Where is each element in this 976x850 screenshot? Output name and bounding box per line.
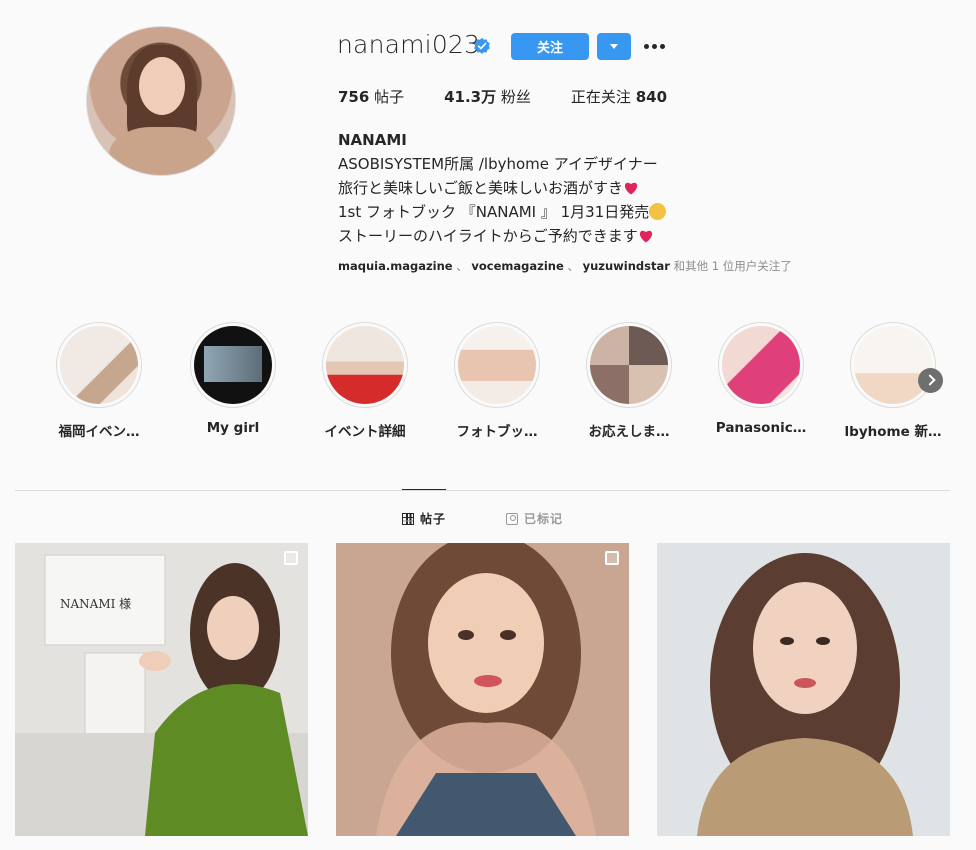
- chevron-down-icon: [610, 44, 618, 49]
- followed-by-user[interactable]: yuzuwindstar: [583, 259, 670, 273]
- highlight-ring: [56, 322, 142, 408]
- bio-line-text: 旅行と美味しいご飯と美味しいお酒がすき: [338, 179, 624, 197]
- highlight-cover: [458, 326, 536, 404]
- story-highlights: 福岡イベン… My girl イベント詳細 フォトブッ… お応えしま… Pana…: [56, 322, 948, 442]
- highlight-item[interactable]: イベント詳細: [310, 322, 420, 440]
- tab-posts[interactable]: 帖子: [402, 510, 446, 527]
- avatar-face: [139, 57, 185, 115]
- highlight-label: フォトブッ…: [456, 424, 538, 440]
- bio-line-text: ASOBISYSTEM所属 /lbyhome アイデザイナー: [338, 155, 658, 173]
- avatar-body: [109, 127, 215, 175]
- highlight-label: 福岡イベン…: [58, 424, 140, 440]
- highlight-label: Panasonic…: [715, 420, 807, 436]
- verified-badge-icon: [474, 37, 490, 54]
- smiley-emoji-icon: [649, 203, 667, 220]
- followers-count-label: 粉丝: [500, 88, 531, 106]
- highlight-ring: [718, 322, 804, 408]
- following-count-label: 正在关注: [570, 88, 631, 106]
- active-tab-indicator: [402, 489, 446, 490]
- post-image: NANAMI 様: [15, 543, 308, 836]
- highlight-ring: [850, 322, 936, 408]
- highlight-cover: [854, 326, 932, 404]
- heart-emoji-icon: [639, 230, 652, 243]
- highlight-item[interactable]: My girl: [178, 322, 288, 436]
- tab-posts-label: 帖子: [420, 512, 447, 526]
- highlights-next-button[interactable]: [918, 368, 943, 393]
- bio-line-text: ストーリーのハイライトからご予約できます: [338, 227, 638, 245]
- heart-emoji-icon: [624, 182, 638, 195]
- separator: 、: [456, 259, 468, 273]
- followed-by-suffix: 和其他 1 位用户关注了: [673, 259, 792, 273]
- tab-tagged[interactable]: 已标记: [506, 510, 563, 527]
- suggested-accounts-dropdown-button[interactable]: [597, 33, 631, 60]
- highlight-cover: [326, 326, 404, 404]
- grid-icon: [402, 512, 414, 525]
- post-image: [336, 543, 629, 836]
- chevron-right-icon: [924, 374, 936, 386]
- tag-icon: [506, 512, 518, 525]
- highlight-cover: [60, 326, 138, 404]
- bio-line: ストーリーのハイライトからご予約できます: [338, 224, 666, 248]
- separator: 、: [567, 259, 579, 273]
- highlight-ring: [586, 322, 672, 408]
- followed-by[interactable]: maquia.magazine 、 vocemagazine 、 yuzuwin…: [338, 258, 792, 274]
- highlight-item[interactable]: Panasonic…: [706, 322, 816, 436]
- bio-line-text: 1st フォトブック 『NANAMI 』 1月31日発売: [338, 203, 650, 221]
- multiple-photos-icon: [284, 551, 298, 565]
- highlight-ring: [322, 322, 408, 408]
- highlight-label: イベント詳細: [324, 424, 406, 440]
- tab-tagged-label: 已标记: [524, 512, 564, 526]
- bio-line: 1st フォトブック 『NANAMI 』 1月31日発売: [338, 200, 667, 224]
- profile-bio: NANAMI ASOBISYSTEM所属 /lbyhome アイデザイナー 旅行…: [338, 128, 667, 248]
- posts-count: 756 帖子: [338, 86, 404, 107]
- highlight-item[interactable]: 福岡イベン…: [44, 322, 154, 440]
- bio-line: ASOBISYSTEM所属 /lbyhome アイデザイナー: [338, 152, 666, 176]
- following-count[interactable]: 正在关注 840: [571, 86, 667, 107]
- highlight-item[interactable]: フォトブッ…: [442, 322, 552, 440]
- posts-count-label: 帖子: [374, 88, 405, 106]
- follow-button[interactable]: 关注: [511, 33, 589, 60]
- highlight-label: lbyhome 新…: [844, 424, 942, 440]
- highlight-label: My girl: [206, 420, 260, 436]
- highlight-cover: [590, 326, 668, 404]
- profile-avatar[interactable]: [86, 26, 236, 176]
- posts-count-value: 756: [338, 88, 370, 106]
- highlight-item[interactable]: お応えしま…: [574, 322, 684, 440]
- more-options-icon[interactable]: [644, 36, 668, 56]
- profile-stats: 756 帖子 41.3万 粉丝 正在关注 840: [338, 86, 707, 107]
- post-thumbnail[interactable]: [657, 543, 950, 836]
- followers-count-value: 41.3万: [444, 88, 497, 106]
- highlight-cover: [194, 326, 272, 404]
- highlight-ring: [454, 322, 540, 408]
- followed-by-user[interactable]: vocemagazine: [471, 259, 563, 273]
- post-image: [657, 543, 950, 836]
- followers-count[interactable]: 41.3万 粉丝: [444, 86, 531, 107]
- svg-text:NANAMI 様: NANAMI 様: [60, 597, 131, 611]
- post-thumbnail[interactable]: NANAMI 様: [15, 543, 308, 836]
- following-count-value: 840: [635, 88, 668, 106]
- highlight-ring: [190, 322, 276, 408]
- followed-by-user[interactable]: maquia.magazine: [338, 259, 453, 273]
- highlight-cover: [722, 326, 800, 404]
- profile-full-name: NANAMI: [338, 131, 407, 149]
- post-thumbnail[interactable]: [336, 543, 629, 836]
- tabs-divider: [15, 490, 950, 491]
- bio-line: 旅行と美味しいご飯と美味しいお酒がすき: [338, 176, 666, 200]
- highlight-label: お応えしま…: [588, 424, 670, 440]
- multiple-photos-icon: [605, 551, 619, 565]
- profile-username: nanami023: [337, 30, 481, 59]
